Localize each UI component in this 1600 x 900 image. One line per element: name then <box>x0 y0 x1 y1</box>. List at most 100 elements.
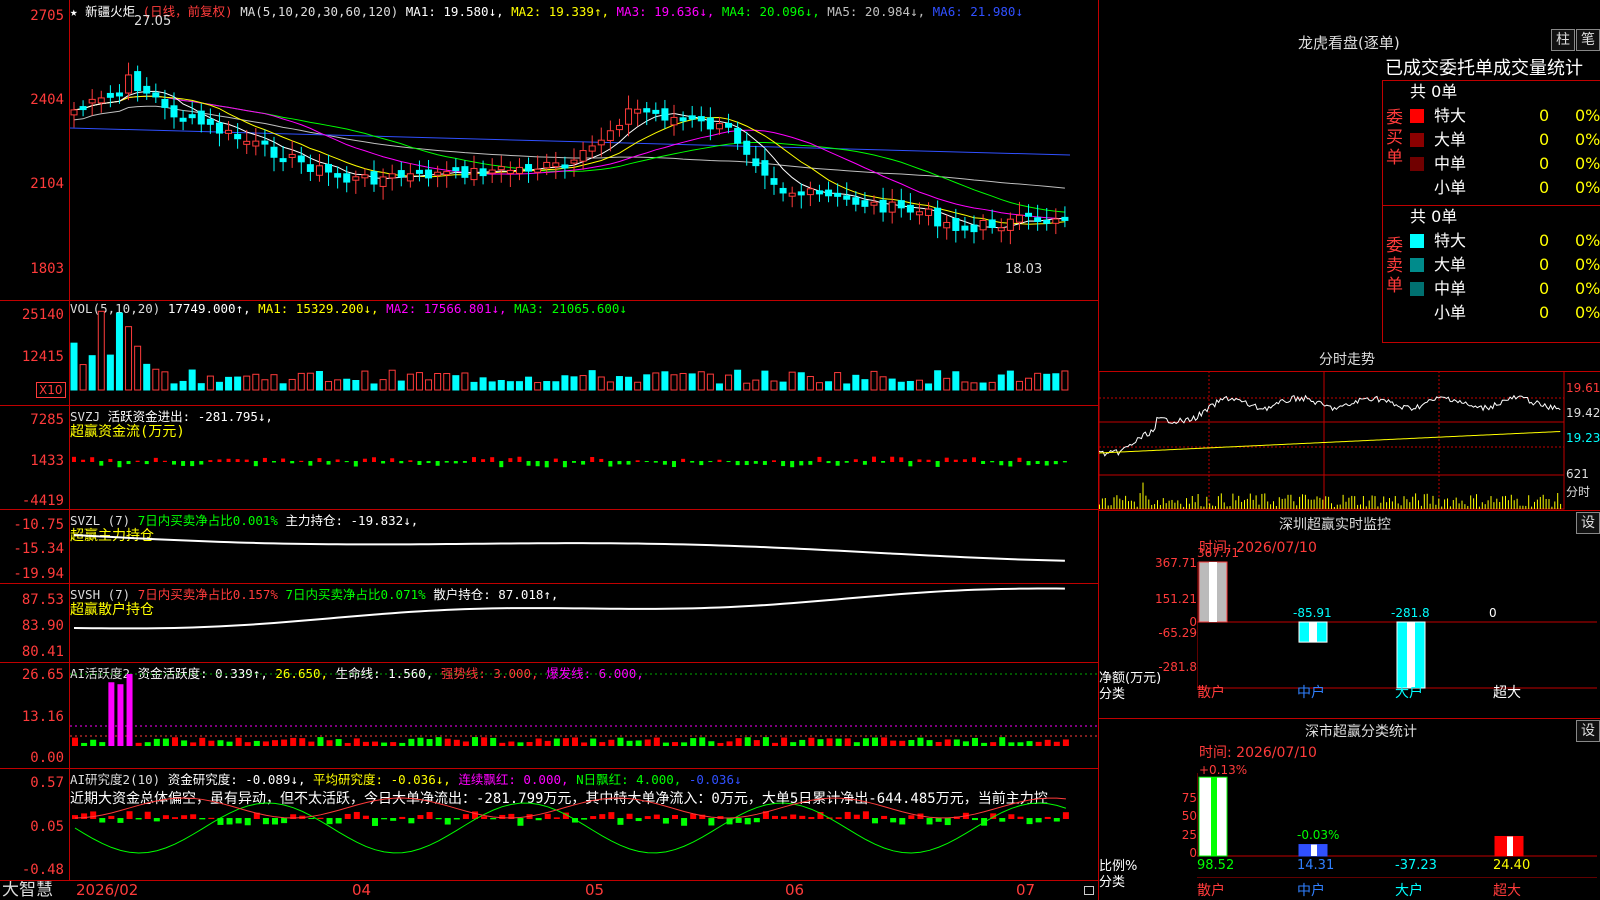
research-bar <box>708 818 715 826</box>
intraday-vol-bar <box>1429 503 1431 509</box>
flow-bar <box>499 461 504 468</box>
lock-icon[interactable] <box>1084 886 1094 895</box>
activity-bar <box>226 741 233 746</box>
candle <box>261 140 269 145</box>
sell-row-count: 0 <box>1539 303 1550 322</box>
ai2-ylabel: 0.57 <box>30 775 64 791</box>
research-bar <box>417 815 424 819</box>
research-bar <box>408 818 415 824</box>
app-logo[interactable]: 大智慧 <box>2 880 53 900</box>
volume-bar <box>1025 377 1033 391</box>
buy-order-label: 委买单 <box>1386 108 1403 168</box>
research-bar <box>581 818 588 820</box>
research-bar <box>426 812 433 819</box>
candle <box>670 116 678 126</box>
sell-row-pct: 0% <box>1575 255 1600 274</box>
intraday-vol-bar <box>1267 501 1269 509</box>
date-label: 07 <box>1016 881 1036 899</box>
intraday-vol-bar <box>1449 506 1451 509</box>
candle <box>525 164 533 172</box>
intraday-panel[interactable]: 分时走势 19.61 19.42 19.23 621 分时 <box>1099 345 1600 510</box>
divider <box>1382 80 1383 342</box>
flow-bar <box>526 461 531 466</box>
research-bar <box>881 815 888 819</box>
volume-bar <box>743 382 751 391</box>
candlestick-chart[interactable] <box>70 0 1100 300</box>
volume-bar <box>570 376 578 391</box>
intraday-vol-bar <box>1183 506 1185 509</box>
research-bar <box>926 818 933 825</box>
intraday-vol-bar <box>1215 506 1216 509</box>
bar-mode-button[interactable]: 柱 <box>1551 29 1575 51</box>
flow-bar <box>190 461 195 467</box>
research-bar <box>381 818 388 820</box>
svsh-ylabel: 80.41 <box>21 644 64 660</box>
flow-bar <box>90 457 95 462</box>
activity-bar <box>299 738 306 746</box>
date-label: 2026/02 <box>76 881 139 899</box>
vol-ylabel: 25140 <box>21 307 64 323</box>
research-bar <box>908 815 915 819</box>
classify-bar-value: -37.23 <box>1395 858 1437 873</box>
intraday-vol-bar <box>1467 505 1469 509</box>
flow-bar <box>253 461 258 467</box>
research-bar <box>108 815 115 819</box>
svzj-panel[interactable]: SVZJ 活跃资金进出: -281.795↓, 超赢资金流(万元) 7285 1… <box>0 405 1098 509</box>
monitor-ylabel: 367.71 <box>1155 556 1197 570</box>
intraday-vol-bar <box>1299 496 1301 509</box>
candle <box>161 98 169 108</box>
svzl-panel[interactable]: SVZL (7) 7日内买卖净占比0.001% 主力持仓: -19.832↓, … <box>0 509 1098 583</box>
intraday-vol-bar <box>1473 498 1475 509</box>
activity-bar <box>117 684 124 746</box>
ma4-line <box>73 95 1065 213</box>
tick-mode-button[interactable]: 笔 <box>1576 29 1600 51</box>
intraday-vol-bar <box>1510 494 1512 509</box>
intraday-vol-bar <box>1116 495 1118 509</box>
intraday-vol-bar <box>1188 503 1190 509</box>
svsh-panel[interactable]: SVSH (7) 7日内买卖净占比0.157% 7日内买卖净占比0.071% 散… <box>0 583 1098 662</box>
intraday-vol-bar <box>1203 506 1205 509</box>
activity-bar <box>172 737 178 746</box>
ai-research-panel[interactable]: AI研究度2(10) 资金研究度: -0.089↓, 平均研究度: -0.036… <box>0 768 1098 880</box>
classify-category-label: 中户 <box>1297 883 1325 899</box>
activity-bar <box>644 739 651 746</box>
research-bar <box>553 817 560 819</box>
volume-bar <box>652 372 660 391</box>
buy-row-pct: 0% <box>1575 106 1600 125</box>
monitor-category-label: 散户 <box>1197 685 1225 701</box>
svzj-ylabel: 1433 <box>30 453 64 469</box>
candle <box>697 116 705 122</box>
activity-bar <box>872 737 878 746</box>
research-bar <box>235 818 242 824</box>
activity-bar <box>1044 739 1051 746</box>
main-chart-panel[interactable]: ★ 新疆火炬 (日线，前复权) MA(5,10,20,30,60,120) MA… <box>0 0 1098 300</box>
intraday-vol-bar <box>1333 506 1335 509</box>
flow-bar <box>517 456 522 462</box>
intraday-vol-bar <box>1220 493 1222 509</box>
divider <box>1382 342 1600 343</box>
ai-activity-panel[interactable]: AI活跃度2 资金活跃度: 0.339↑, 26.650, 生命线: 1.560… <box>0 662 1100 768</box>
intraday-vol-bar <box>1142 482 1144 509</box>
flow-bar <box>981 461 986 465</box>
monitor-chart <box>1197 561 1597 689</box>
flow-bar <box>1017 457 1022 462</box>
intraday-vol-bar <box>1293 501 1295 509</box>
flow-bar <box>335 459 340 462</box>
intraday-vol-bar <box>1197 494 1199 509</box>
volume-bar <box>943 377 951 391</box>
volume-panel[interactable]: VOL(5,10,20) 17749.000↑, MA1: 15329.200↓… <box>0 300 1098 405</box>
ai2-ylabel: -0.48 <box>21 862 64 878</box>
intraday-vol-bar <box>1342 494 1344 509</box>
research-bar <box>226 818 233 825</box>
volume-bar <box>970 382 978 391</box>
intraday-vol-bar <box>1200 506 1202 509</box>
volume-bar <box>97 310 105 391</box>
volume-bar <box>297 372 305 391</box>
activity-bar <box>462 741 469 746</box>
buy-row-pct: 0% <box>1575 178 1600 197</box>
research-bar <box>1035 818 1042 823</box>
activity-bar <box>408 738 415 746</box>
research-bar <box>626 813 633 819</box>
intraday-vol-bar <box>1432 495 1434 509</box>
activity-bar <box>844 738 851 746</box>
